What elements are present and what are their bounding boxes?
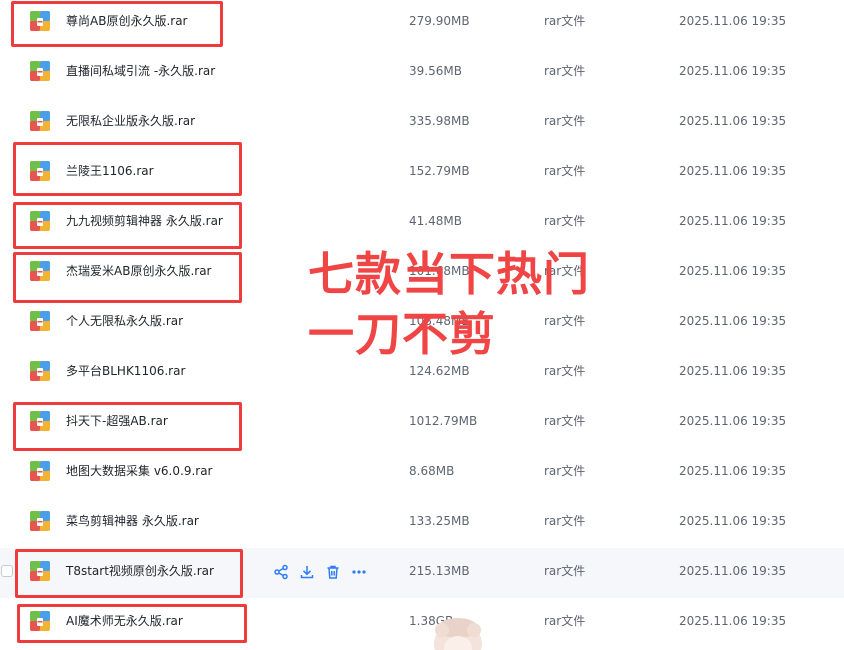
file-name[interactable]: 尊尚AB原创永久版.rar [66,13,187,29]
file-name[interactable]: 个人无限私永久版.rar [66,313,183,329]
more-icon[interactable] [350,563,368,581]
overlay-caption-line-2: 一刀不剪 [308,307,496,361]
file-size: 1012.79MB [409,414,478,428]
rar-archive-icon [29,360,51,382]
file-type: rar文件 [544,214,586,228]
delete-icon[interactable] [324,563,342,581]
rar-archive-icon [29,310,51,332]
rar-archive-icon [29,210,51,232]
file-name[interactable]: 兰陵王1106.rar [66,163,154,179]
rar-archive-icon [29,460,51,482]
file-name[interactable]: 杰瑞爱米AB原创永久版.rar [66,263,211,279]
file-size: 335.98MB [409,114,470,128]
file-row[interactable]: 兰陵王1106.rar 152.79MB rar文件 2025.11.06 19:35 [0,148,844,198]
file-size: 8.68MB [409,464,455,478]
file-row[interactable]: AI魔术师无永久版.rar 1.38GB rar文件 2025.11.06 19:35 [0,598,844,648]
file-row[interactable]: 抖天下-超强AB.rar 1012.79MB rar文件 2025.11.06 19:… [0,398,844,448]
file-modified-date: 2025.11.06 19:35 [679,114,787,128]
file-name[interactable]: 无限私企业版永久版.rar [66,113,195,129]
file-modified-date: 2025.11.06 19:35 [679,264,787,278]
file-modified-date: 2025.11.06 19:35 [679,214,787,228]
file-size: 41.48MB [409,214,462,228]
file-type: rar文件 [544,364,586,378]
file-type: rar文件 [544,514,586,528]
file-modified-date: 2025.11.06 19:35 [679,314,787,328]
share-icon[interactable] [272,563,290,581]
file-name[interactable]: T8start视频原创永久版.rar [66,563,214,579]
file-name[interactable]: 多平台BLHK1106.rar [66,363,185,379]
overlay-caption-line-1: 七款当下热门 [308,247,590,301]
file-name[interactable]: 九九视频剪辑神器 永久版.rar [66,213,223,229]
row-checkbox[interactable] [1,565,13,577]
file-size: 39.56MB [409,64,462,78]
file-name[interactable]: 地图大数据采集 v6.0.9.rar [66,463,213,479]
file-row[interactable]: 九九视频剪辑神器 永久版.rar 41.48MB rar文件 2025.11.06 1… [0,198,844,248]
file-modified-date: 2025.11.06 19:35 [679,464,787,478]
file-modified-date: 2025.11.06 19:35 [679,564,787,578]
file-type: rar文件 [544,114,586,128]
file-name[interactable]: 直播间私域引流 -永久版.rar [66,63,215,79]
file-modified-date: 2025.11.06 19:35 [679,414,787,428]
file-size: 215.13MB [409,564,470,578]
file-modified-date: 2025.11.06 19:35 [679,64,787,78]
rar-archive-icon [29,10,51,32]
file-name[interactable]: 菜鸟剪辑神器 永久版.rar [66,513,199,529]
file-row[interactable]: 直播间私域引流 -永久版.rar 39.56MB rar文件 2025.11.06 1… [0,48,844,98]
file-name[interactable]: AI魔术师无永久版.rar [66,613,183,629]
rar-archive-icon [29,160,51,182]
file-size: 279.90MB [409,14,470,28]
file-modified-date: 2025.11.06 19:35 [679,164,787,178]
file-type: rar文件 [544,164,586,178]
file-modified-date: 2025.11.06 19:35 [679,514,787,528]
file-row[interactable]: 无限私企业版永久版.rar 335.98MB rar文件 2025.11.06 19:… [0,98,844,148]
file-type: rar文件 [544,614,586,628]
file-size: 152.79MB [409,164,470,178]
file-type: rar文件 [544,64,586,78]
file-size: 133.25MB [409,514,470,528]
file-row[interactable]: 菜鸟剪辑神器 永久版.rar 133.25MB rar文件 2025.11.06 19… [0,498,844,548]
mascot-avatar-icon [428,614,488,650]
rar-archive-icon [29,610,51,632]
rar-archive-icon [29,260,51,282]
file-type: rar文件 [544,14,586,28]
file-row[interactable]: 地图大数据采集 v6.0.9.rar 8.68MB rar文件 2025.11.06 … [0,448,844,498]
file-name[interactable]: 抖天下-超强AB.rar [66,413,168,429]
rar-archive-icon [29,110,51,132]
rar-archive-icon [29,560,51,582]
file-modified-date: 2025.11.06 19:35 [679,614,787,628]
row-actions [272,563,376,581]
download-icon[interactable] [298,563,316,581]
overlay-caption: 七款当下热门 一刀不剪 [308,244,590,364]
rar-archive-icon [29,410,51,432]
rar-archive-icon [29,60,51,82]
file-modified-date: 2025.11.06 19:35 [679,364,787,378]
rar-archive-icon [29,510,51,532]
file-row[interactable]: 尊尚AB原创永久版.rar 279.90MB rar文件 2025.11.06 19:… [0,0,844,48]
file-type: rar文件 [544,464,586,478]
file-type: rar文件 [544,564,586,578]
file-type: rar文件 [544,414,586,428]
file-row[interactable]: T8start视频原创永久版.rar 215.13MB rar文件 2025.11.0… [0,548,844,598]
file-modified-date: 2025.11.06 19:35 [679,14,787,28]
file-size: 124.62MB [409,364,470,378]
